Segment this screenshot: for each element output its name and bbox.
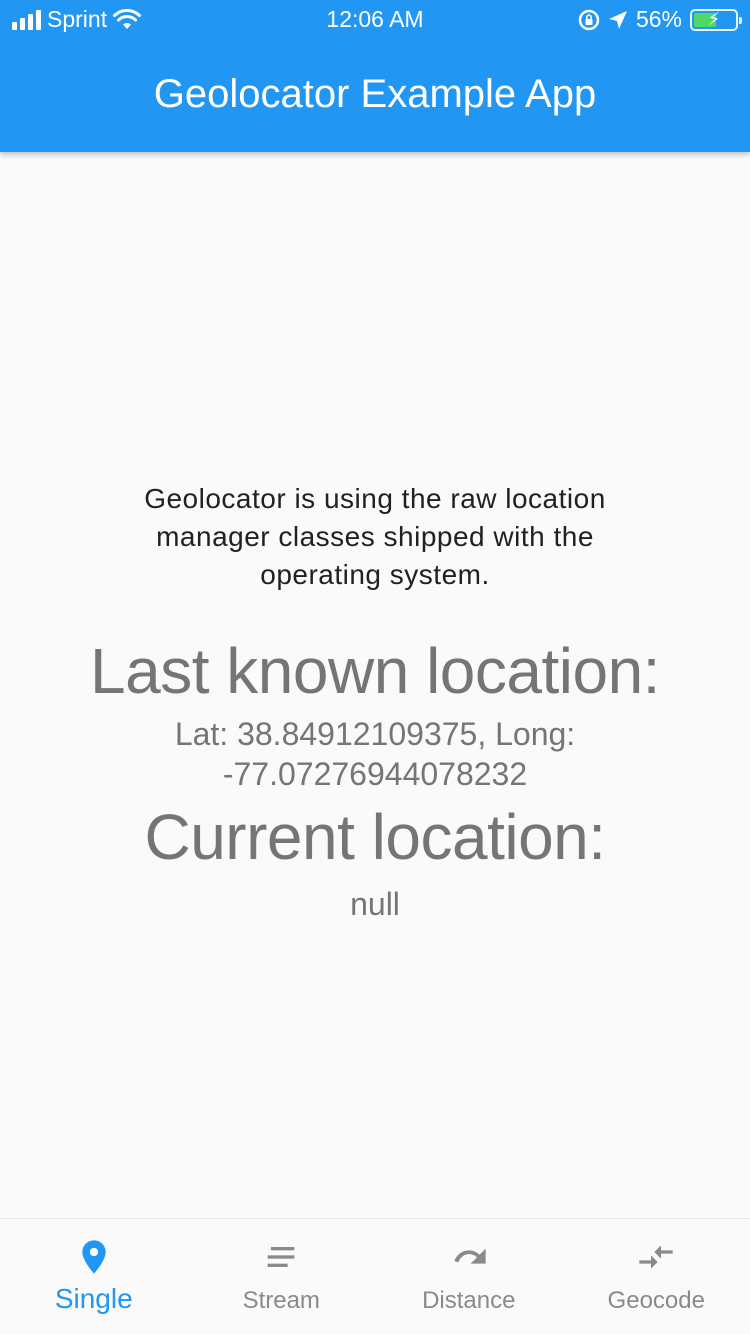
battery-percent: 56% [635, 6, 682, 32]
nav-item-stream[interactable]: Stream [188, 1219, 376, 1334]
compare-arrows-icon [639, 1245, 673, 1269]
stream-lines-icon [267, 1247, 295, 1267]
nav-label-stream: Stream [242, 1287, 320, 1314]
nav-label-geocode: Geocode [607, 1287, 705, 1314]
nav-item-geocode[interactable]: Geocode [563, 1219, 750, 1334]
current-location-value: null [350, 886, 400, 922]
page-title: Geolocator Example App [153, 72, 597, 116]
nav-label-single: Single [54, 1283, 133, 1314]
last-known-location-heading: Last known location: [90, 635, 660, 707]
location-pin-icon [82, 1240, 106, 1274]
orientation-lock-icon [578, 9, 600, 30]
description-text: Geolocator is using the raw location man… [144, 483, 606, 590]
redo-arrow-icon [454, 1248, 486, 1264]
status-right: 56% ⚡ [578, 6, 742, 33]
charging-bolt-icon: ⚡ [707, 8, 721, 29]
status-bar: Sprint 12:06 AM 56% ⚡ [0, 0, 750, 40]
location-arrow-icon [608, 10, 627, 29]
nav-item-distance[interactable]: Distance [375, 1219, 563, 1334]
bottom-navigation: Single Stream Distance Geocode [0, 1218, 750, 1334]
battery-icon: ⚡ [690, 8, 742, 31]
last-known-location-value: Lat: 38.84912109375, Long: -77.072769440… [174, 716, 576, 792]
current-location-heading: Current location: [144, 801, 606, 873]
app-bar: Sprint 12:06 AM 56% ⚡ Geolocator Example… [0, 0, 750, 152]
nav-label-distance: Distance [422, 1287, 516, 1314]
nav-item-single[interactable]: Single [0, 1219, 188, 1334]
main-content: Geolocator is using the raw location man… [0, 152, 750, 1218]
